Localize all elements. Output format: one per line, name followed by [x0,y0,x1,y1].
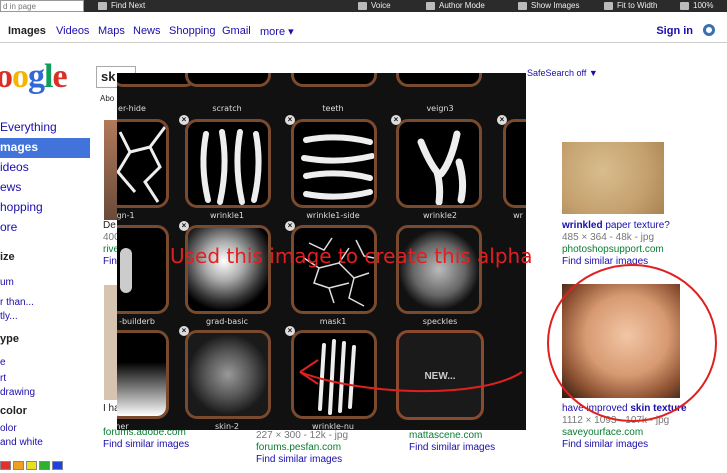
annotation-drawing [299,264,717,422]
annotation-arrow [299,371,523,393]
annotation-circle [547,264,717,422]
